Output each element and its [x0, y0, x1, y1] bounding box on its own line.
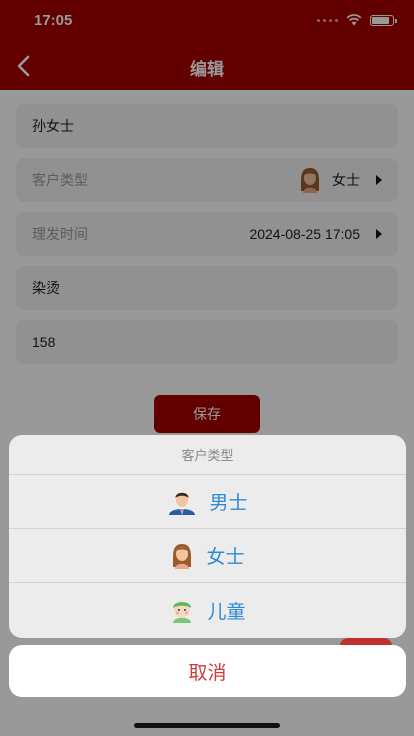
option-child[interactable]: 儿童: [9, 583, 406, 637]
cancel-button[interactable]: 取消: [9, 645, 406, 697]
option-child-label: 儿童: [207, 601, 246, 623]
child-avatar-icon: [173, 602, 192, 623]
option-man-label: 男士: [209, 493, 248, 514]
option-man[interactable]: 男士: [9, 475, 406, 529]
option-woman-label: 女士: [206, 547, 245, 568]
customer-type-action-sheet: 客户类型 男士 女士 儿童: [9, 435, 406, 638]
woman-avatar-icon: [173, 543, 192, 569]
home-indicator: [134, 723, 280, 728]
option-woman[interactable]: 女士: [9, 529, 406, 583]
action-sheet-title: 客户类型: [9, 435, 406, 475]
man-avatar-icon: [169, 492, 196, 515]
